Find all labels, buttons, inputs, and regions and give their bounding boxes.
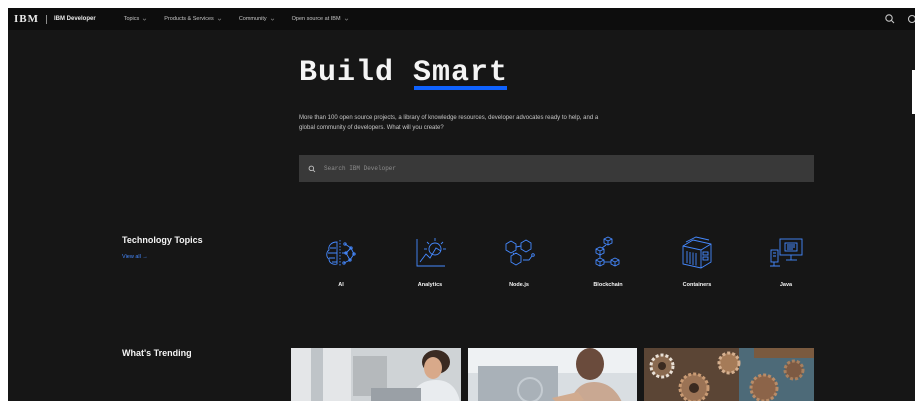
nav-actions	[884, 8, 915, 30]
trending-card-3[interactable]	[644, 348, 814, 401]
topic-containers[interactable]: Containers	[670, 234, 724, 288]
nav-item-products-services[interactable]: Products & Services	[164, 16, 222, 22]
view-all-link[interactable]: View all →	[122, 254, 148, 260]
topic-label: Java	[779, 282, 793, 288]
nav-item-label: Community	[238, 16, 267, 22]
technology-topics-heading: Technology Topics	[122, 235, 203, 245]
topic-blockchain[interactable]: Blockchain	[581, 234, 635, 288]
topic-ai[interactable]: AI	[314, 234, 368, 288]
nav-item-topics[interactable]: Topics	[124, 16, 148, 22]
nav-item-label: Open source at IBM	[291, 16, 341, 22]
topic-label: AI	[338, 282, 344, 288]
topic-label: Node.js	[509, 282, 529, 288]
chevron-down-icon	[270, 18, 274, 21]
hero-title-highlight: Smart	[413, 56, 509, 90]
hero-title: Build Smart	[299, 56, 508, 90]
search-icon	[308, 165, 316, 172]
trending-card-2[interactable]	[468, 348, 637, 401]
topic-java[interactable]: Java	[759, 234, 813, 288]
blockchain-cubes-icon	[595, 236, 620, 267]
hero-title-text: Build	[299, 56, 414, 90]
top-nav: IBM IBM Developer Topics Products & Serv…	[8, 8, 915, 30]
whats-trending-heading: What's Trending	[122, 348, 192, 358]
nav-item-label: Products & Services	[164, 16, 214, 22]
logo-divider	[46, 14, 47, 24]
user-icon[interactable]	[905, 13, 915, 25]
containers-box-icon	[682, 236, 712, 269]
nodejs-hexagon-icon	[505, 239, 535, 266]
chevron-down-icon	[344, 18, 348, 21]
chevron-down-icon	[143, 18, 147, 21]
topic-label: Analytics	[417, 282, 443, 288]
nav-item-label: Topics	[123, 16, 140, 22]
nav-item-community[interactable]: Community	[239, 16, 275, 22]
ai-brain-icon	[326, 240, 356, 266]
page: IBM IBM Developer Topics Products & Serv…	[8, 8, 915, 401]
ibm-logo[interactable]: IBM	[14, 13, 39, 25]
search-icon[interactable]	[884, 13, 896, 25]
trending-card-1[interactable]	[291, 348, 461, 401]
topic-nodejs[interactable]: Node.js	[492, 234, 546, 288]
nav-item-open-source[interactable]: Open source at IBM	[292, 16, 349, 22]
topic-label: Containers	[682, 282, 712, 288]
topic-analytics[interactable]: Analytics	[403, 234, 457, 288]
rusty-gears-photo	[644, 348, 814, 401]
analytics-chart-icon	[416, 238, 446, 267]
hero-subtitle: More than 100 open source projects, a li…	[299, 115, 599, 131]
brand-name[interactable]: IBM Developer	[54, 16, 96, 22]
search-input-placeholder[interactable]: Search IBM Developer	[324, 165, 396, 172]
topic-label: Blockchain	[593, 282, 623, 288]
search-field[interactable]: Search IBM Developer	[299, 155, 814, 182]
woman-at-laptop-photo	[291, 348, 461, 401]
chevron-down-icon	[217, 18, 222, 21]
java-monitor-icon	[770, 238, 803, 267]
hands-on-laptop-photo	[468, 348, 637, 401]
